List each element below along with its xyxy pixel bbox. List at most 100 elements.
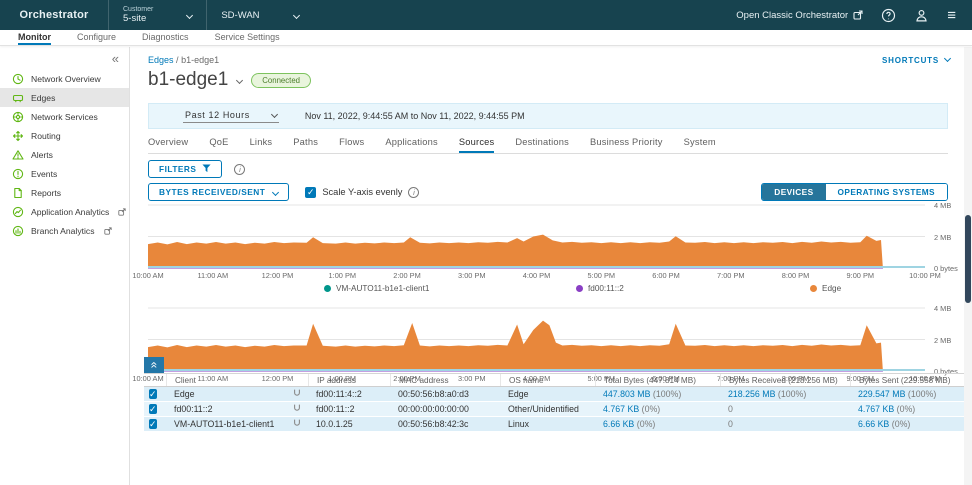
app-window: Orchestrator Customer 5-site SD-WAN Open… — [0, 0, 972, 485]
row-checkbox[interactable]: ✓ — [149, 404, 157, 414]
x-tick-label: 10:00 AM — [132, 271, 163, 280]
tab-flows[interactable]: Flows — [339, 137, 364, 153]
received-plot-area[interactable] — [148, 205, 925, 268]
x-tick-label: 7:00 PM — [717, 271, 745, 280]
tab-business-priority[interactable]: Business Priority — [590, 137, 663, 153]
chevron-down-icon — [272, 188, 279, 195]
column-header[interactable]: MAC address — [390, 374, 500, 386]
metric-dropdown-button[interactable]: BYTES RECEIVED/SENT — [148, 183, 289, 201]
open-classic-orchestrator-link[interactable]: Open Classic Orchestrator — [736, 10, 863, 21]
column-header[interactable]: Total Bytes (447.814 MB) — [595, 374, 720, 386]
nav-item-diagnostics[interactable]: Diagnostics — [142, 32, 189, 45]
legend-item-edge[interactable]: Edge — [810, 284, 841, 293]
alerts-icon — [12, 149, 24, 161]
sidebar-item-network-overview[interactable]: Network Overview — [0, 69, 129, 88]
client-type-icon[interactable] — [284, 418, 308, 430]
collapse-sidebar-button[interactable]: « — [112, 51, 119, 66]
sidebar-item-reports[interactable]: Reports — [0, 183, 129, 202]
column-header[interactable]: Client — [166, 374, 308, 386]
x-tick-label: 12:00 PM — [262, 271, 294, 280]
y-tick-label: 2 MB — [934, 336, 951, 345]
column-header[interactable]: Bytes Sent (229.558 MB) — [850, 374, 965, 386]
scale-y-axis-checkbox[interactable]: ✓ — [305, 187, 316, 198]
bytes-sent-cell: 4.767 KB (0%) — [850, 404, 965, 414]
product-selector[interactable]: SD-WAN — [206, 0, 312, 30]
nav-item-monitor[interactable]: Monitor — [18, 32, 51, 45]
y-tick-label: 4 MB — [934, 304, 951, 313]
sidebar-item-label: Network Services — [31, 112, 98, 122]
help-icon[interactable] — [881, 8, 896, 23]
legend-item-vm-auto11-b1e1-client1[interactable]: VM-AUTO11-b1e1-client1 — [324, 284, 429, 293]
tab-system[interactable]: System — [684, 137, 716, 153]
menu-icon[interactable]: ≡ — [947, 8, 956, 23]
scale-y-axis-label: Scale Y-axis evenly — [322, 187, 402, 197]
ip-cell: fd00:11::2 — [308, 404, 390, 414]
sidebar-item-network-services[interactable]: Network Services — [0, 107, 129, 126]
nav-item-configure[interactable]: Configure — [77, 32, 116, 45]
reports-icon — [12, 187, 24, 199]
primary-nav: Monitor Configure Diagnostics Service Setti… — [0, 30, 972, 46]
y-tick-label: 0 bytes — [934, 264, 958, 273]
ip-cell: fd00:11:4::2 — [308, 389, 390, 399]
tab-qoe[interactable]: QoE — [209, 137, 228, 153]
filters-info-icon[interactable]: i — [234, 164, 245, 175]
scale-info-icon[interactable]: i — [408, 187, 419, 198]
x-tick-label: 1:00 PM — [329, 271, 357, 280]
client-type-icon[interactable] — [284, 388, 308, 400]
tab-links[interactable]: Links — [250, 137, 273, 153]
network-services-icon — [12, 111, 24, 123]
legend-item-fd00-11-2[interactable]: fd00:11::2 — [576, 284, 624, 293]
application-analytics-icon — [12, 206, 24, 218]
filters-button[interactable]: FILTERS — [148, 160, 222, 178]
toggle-devices[interactable]: DEVICES — [762, 184, 825, 200]
client-type-icon[interactable] — [284, 403, 308, 415]
routing-icon — [12, 130, 24, 142]
sidebar-item-application-analytics[interactable]: Application Analytics — [0, 202, 129, 221]
sidebar-item-events[interactable]: Events — [0, 164, 129, 183]
edge-dropdown-chevron-icon[interactable] — [236, 76, 243, 83]
main-content: Edges / b1-edge1 SHORTCUTS b1-edge1 Conn… — [131, 47, 964, 485]
tab-destinations[interactable]: Destinations — [515, 137, 569, 153]
client-cell: VM-AUTO11-b1e1-client1 — [166, 419, 284, 429]
table-row: ✓VM-AUTO11-b1e1-client110.0.1.2500:50:56… — [144, 417, 965, 432]
scrollbar-thumb[interactable] — [965, 215, 971, 303]
sidebar-item-branch-analytics[interactable]: Branch Analytics — [0, 221, 129, 240]
tab-applications[interactable]: Applications — [385, 137, 438, 153]
toggle-operating-systems[interactable]: OPERATING SYSTEMS — [826, 184, 947, 200]
network-overview-icon — [12, 73, 24, 85]
sent-plot-area[interactable] — [148, 308, 925, 371]
monitor-tabs: Overview QoE Links Paths Flows Applications So… — [148, 137, 948, 154]
sidebar-item-alerts[interactable]: Alerts — [0, 145, 129, 164]
sidebar-item-label: Alerts — [31, 150, 53, 160]
total-bytes-cell: 447.803 MB (100%) — [595, 389, 720, 399]
bytes-received-cell: 218.256 MB (100%) — [720, 389, 850, 399]
nav-item-service-settings[interactable]: Service Settings — [215, 32, 280, 45]
sidebar-item-edges[interactable]: Edges — [0, 88, 129, 107]
tab-paths[interactable]: Paths — [293, 137, 318, 153]
filter-funnel-icon — [202, 164, 211, 175]
y-tick-label: 4 MB — [934, 201, 951, 210]
column-header[interactable]: Bytes Received (218.256 MB) — [720, 374, 850, 386]
customer-selector[interactable]: Customer 5-site — [108, 0, 206, 30]
x-tick-label: 3:00 PM — [458, 271, 486, 280]
x-tick-label: 9:00 PM — [847, 271, 875, 280]
tab-sources[interactable]: Sources — [459, 137, 495, 153]
sidebar-item-label: Network Overview — [31, 74, 101, 84]
mac-cell: 00:50:56:b8:42:3c — [390, 419, 500, 429]
tab-overview[interactable]: Overview — [148, 137, 188, 153]
sidebar-item-routing[interactable]: Routing — [0, 126, 129, 145]
time-range-dropdown[interactable]: Past 12 Hours — [183, 110, 279, 123]
breadcrumb-edges-link[interactable]: Edges — [148, 55, 174, 65]
shortcuts-menu[interactable]: SHORTCUTS — [882, 56, 950, 65]
os-cell: Edge — [500, 389, 595, 399]
sidebar-item-label: Application Analytics — [31, 207, 109, 217]
expand-table-button[interactable]: « — [144, 357, 164, 373]
column-header[interactable]: IP address — [308, 374, 390, 386]
external-link-icon — [104, 227, 112, 235]
sidebar-item-label: Branch Analytics — [31, 226, 95, 236]
row-checkbox[interactable]: ✓ — [149, 389, 157, 399]
user-icon[interactable] — [914, 8, 929, 23]
row-checkbox[interactable]: ✓ — [149, 419, 157, 429]
external-link-icon — [118, 208, 126, 216]
column-header[interactable]: OS name — [500, 374, 595, 386]
